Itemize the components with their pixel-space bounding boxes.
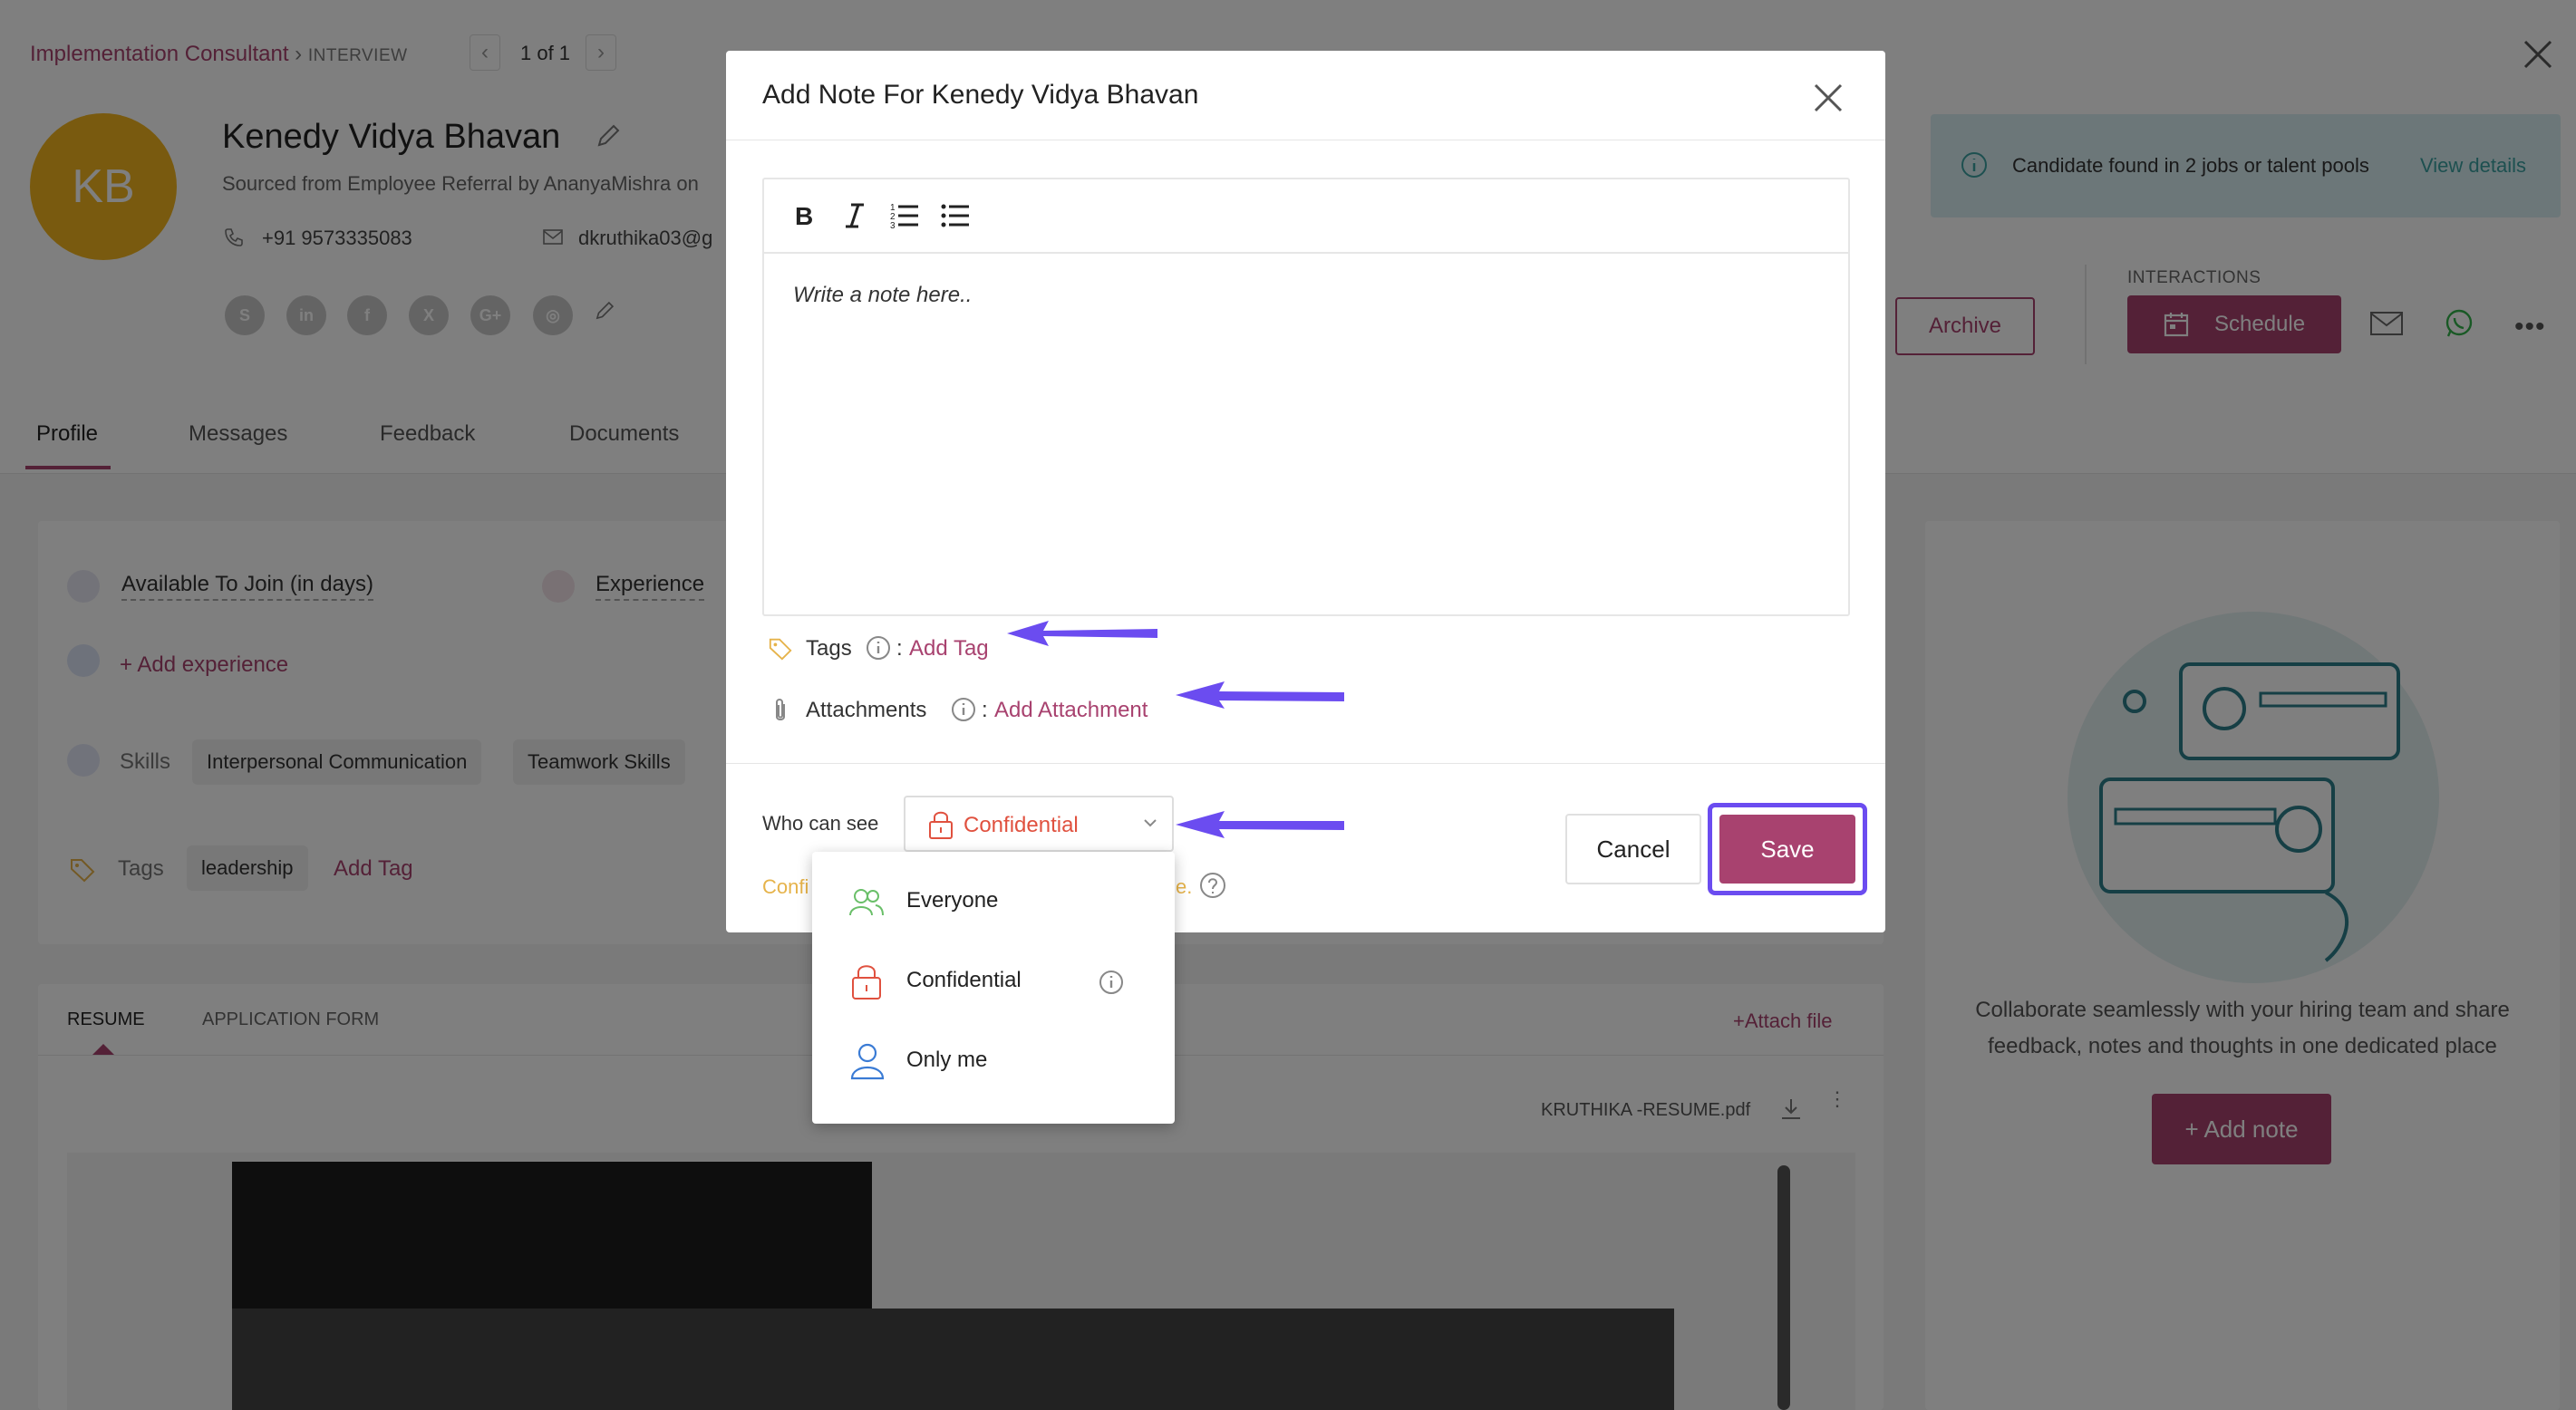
option-label: Everyone [906,888,999,913]
cancel-button[interactable]: Cancel [1565,814,1701,884]
option-label: Only me [906,1048,988,1072]
lock-icon [927,809,954,845]
add-note-modal: Add Note For Kenedy Vidya Bhavan B 123 W… [726,51,1885,932]
bold-icon[interactable]: B [786,198,822,234]
note-editor: B 123 Write a note here.. [762,178,1850,616]
visibility-option-confidential[interactable]: Confidential [812,942,1175,1022]
lock-icon [850,962,883,1005]
ordered-list-icon[interactable]: 123 [887,198,924,234]
colon: : [982,698,988,722]
modal-tags-label: Tags [806,636,852,661]
bullet-list-icon[interactable] [938,198,974,234]
info-icon[interactable] [951,697,976,727]
annotation-arrow [1174,679,1346,716]
visibility-select[interactable]: Confidential [904,796,1174,852]
svg-text:B: B [795,202,813,230]
users-icon [848,886,885,923]
visibility-dropdown: Everyone Confidential Only me [812,852,1175,1124]
note-text-area[interactable]: Write a note here.. [793,283,972,308]
modal-attachments-label: Attachments [806,698,927,722]
visibility-option-only-me[interactable]: Only me [812,1022,1175,1102]
annotation-arrow [1005,618,1159,653]
save-button[interactable]: Save [1719,815,1855,884]
close-icon[interactable] [1810,80,1846,121]
modal-add-tag-link[interactable]: Add Tag [909,636,989,662]
paperclip-icon [768,697,793,730]
selected-visibility: Confidential [964,813,1079,837]
svg-text:3: 3 [890,221,896,231]
chevron-down-icon [1141,814,1159,836]
colon: : [896,636,903,661]
editor-toolbar: B 123 [764,179,1848,254]
divider [726,763,1885,764]
visibility-hint-text: Confi [762,875,809,898]
tag-icon [768,636,793,666]
user-icon [850,1042,885,1085]
annotation-arrow [1174,808,1346,845]
add-attachment-link[interactable]: Add Attachment [994,698,1148,723]
help-icon[interactable] [1199,872,1226,903]
info-icon[interactable] [866,635,891,665]
option-label: Confidential [906,968,1022,992]
who-can-see-label: Who can see [762,812,879,835]
info-icon[interactable] [1099,970,1124,1000]
italic-icon[interactable] [837,198,873,234]
modal-title: Add Note For Kenedy Vidya Bhavan [762,80,1199,110]
visibility-option-everyone[interactable]: Everyone [812,863,1175,942]
visibility-hint-text: e. [1176,875,1193,898]
